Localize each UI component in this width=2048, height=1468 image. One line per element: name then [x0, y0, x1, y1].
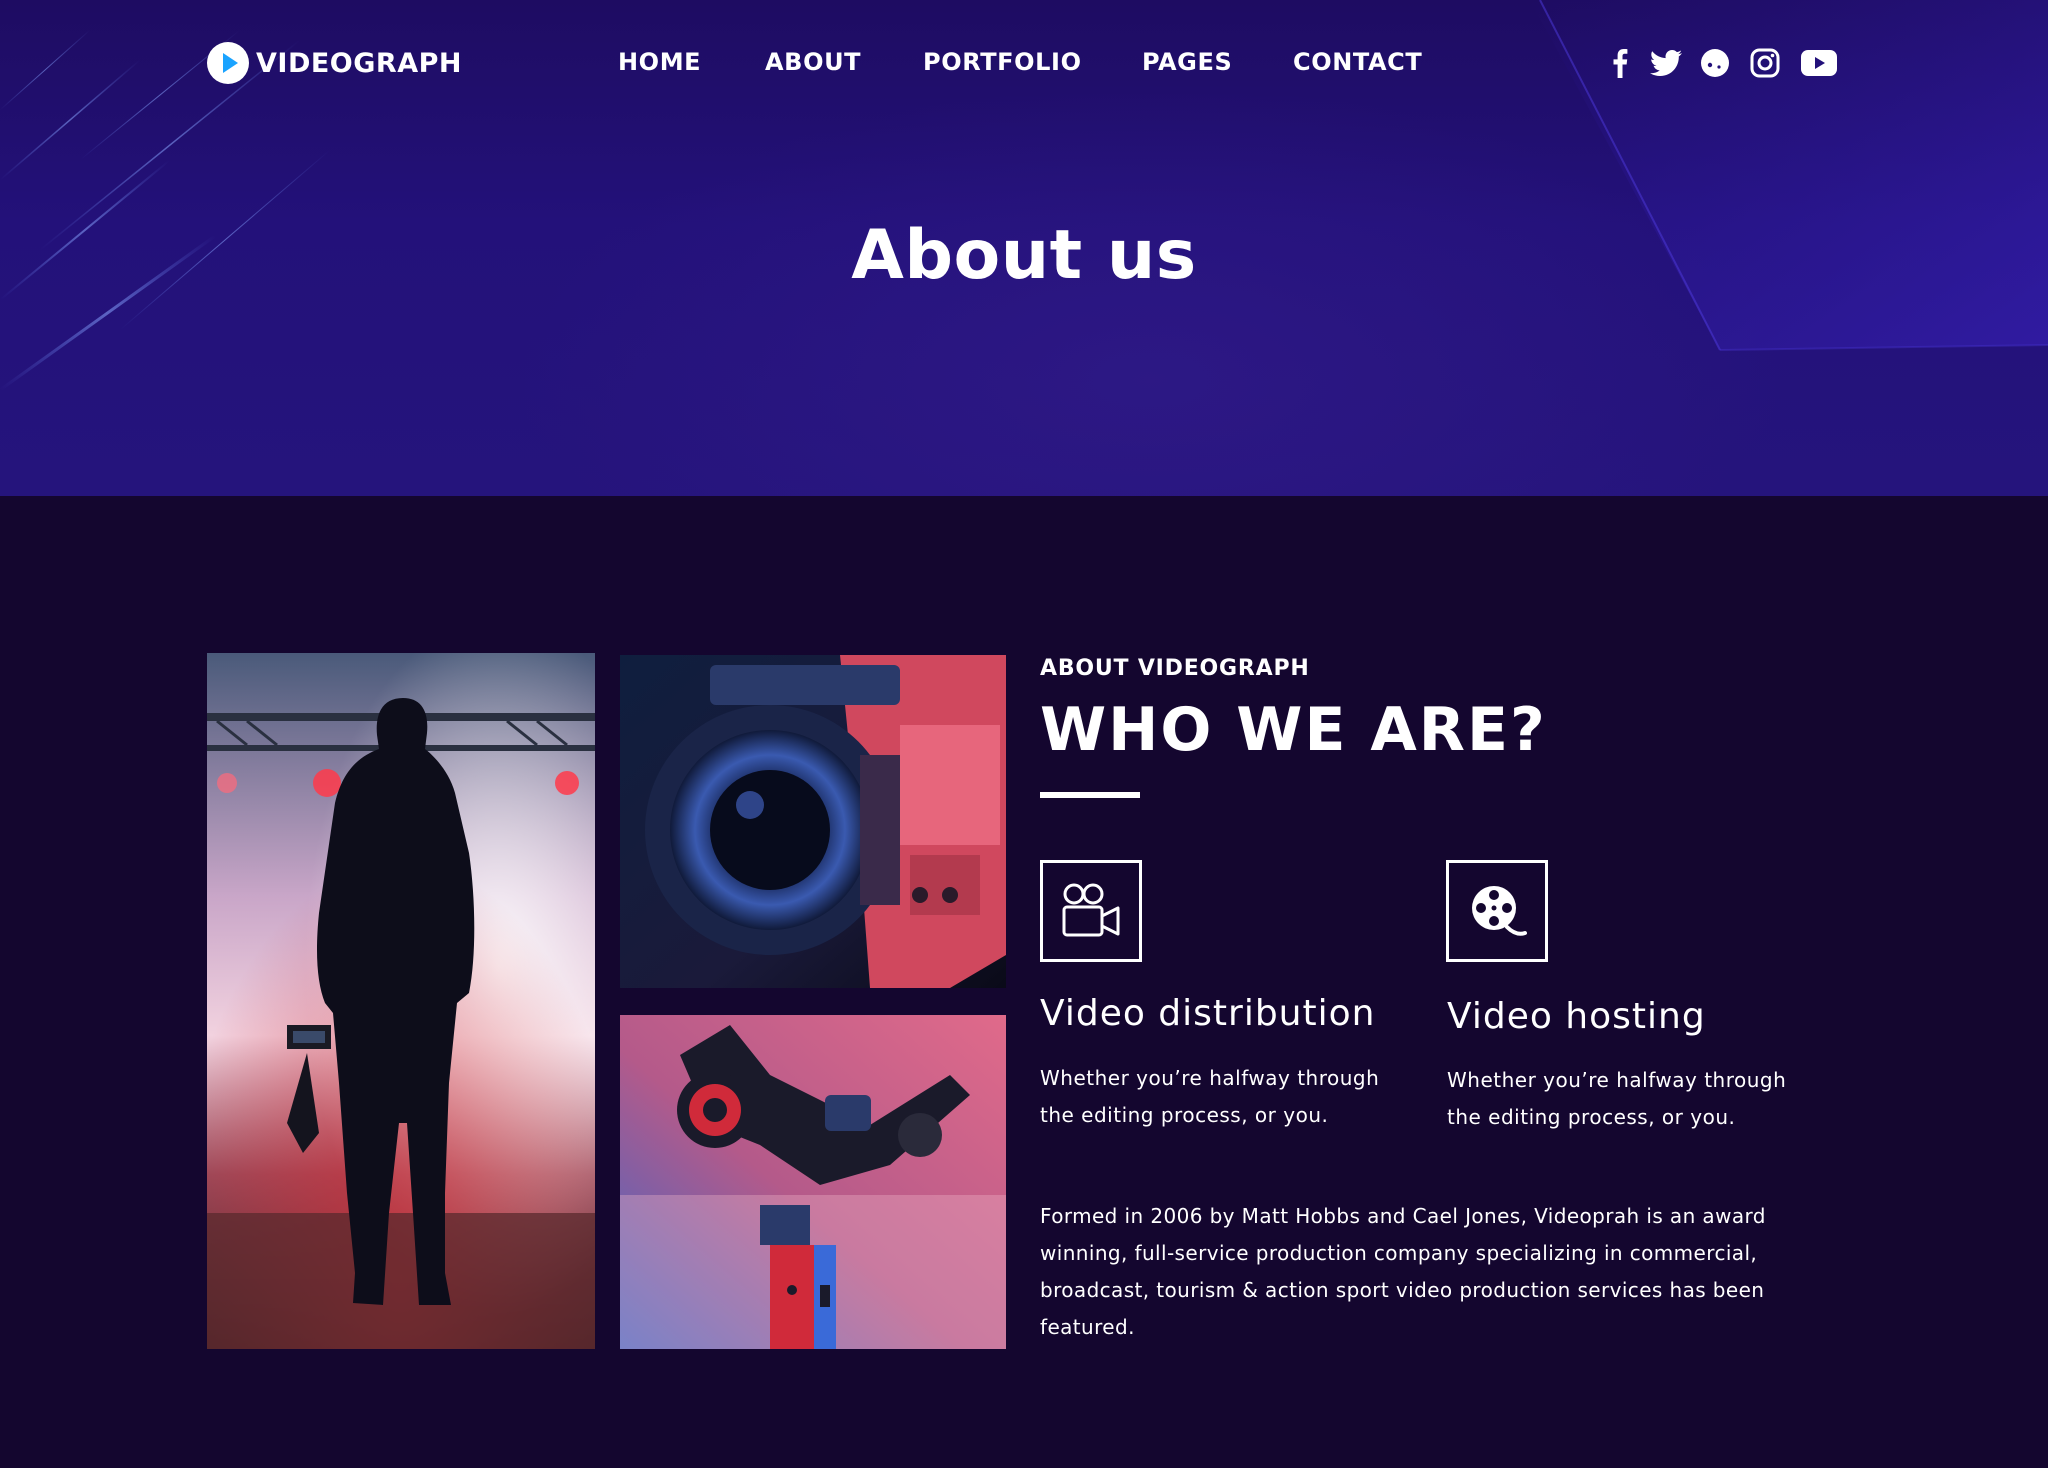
- title-underline: [1040, 792, 1140, 798]
- feature-text-distribution: Whether you’re halfway through the editi…: [1040, 1066, 1380, 1127]
- nav-item-portfolio[interactable]: PORTFOLIO: [923, 44, 1082, 80]
- video-camera-icon: [1040, 860, 1142, 962]
- photo-camera-lens: [620, 655, 1006, 988]
- section-title: WHO WE ARE?: [1040, 695, 1547, 765]
- nav-item-contact[interactable]: CONTACT: [1293, 44, 1422, 80]
- section-eyebrow: ABOUT VIDEOGRAPH: [1040, 656, 1310, 681]
- page: VIDEOGRAPH HOME ABOUT PORTFOLIO PAGES CO…: [0, 0, 2048, 1468]
- nav-item-home[interactable]: HOME: [618, 44, 701, 80]
- feature-title-distribution: Video distribution: [1040, 993, 1376, 1034]
- page-title: About us: [851, 216, 1197, 295]
- nav-item-pages[interactable]: PAGES: [1142, 44, 1232, 80]
- photo-gimbal: [620, 1015, 1006, 1349]
- youtube-icon[interactable]: [1800, 46, 1838, 80]
- twitter-icon[interactable]: [1648, 46, 1684, 80]
- photo-camera-operator: [207, 653, 595, 1349]
- about-description: Formed in 2006 by Matt Hobbs and Cael Jo…: [1040, 1204, 1766, 1339]
- hero-banner: VIDEOGRAPH HOME ABOUT PORTFOLIO PAGES CO…: [0, 0, 2048, 496]
- chat-bubble-icon[interactable]: [1698, 46, 1732, 80]
- instagram-icon[interactable]: [1748, 46, 1782, 80]
- feature-title-hosting: Video hosting: [1447, 996, 1706, 1037]
- film-reel-icon: [1446, 860, 1548, 962]
- main-nav: HOME ABOUT PORTFOLIO PAGES CONTACT: [0, 44, 2048, 80]
- feature-text-hosting: Whether you’re halfway through the editi…: [1447, 1068, 1787, 1129]
- facebook-icon[interactable]: [1605, 46, 1635, 80]
- nav-item-about[interactable]: ABOUT: [765, 44, 861, 80]
